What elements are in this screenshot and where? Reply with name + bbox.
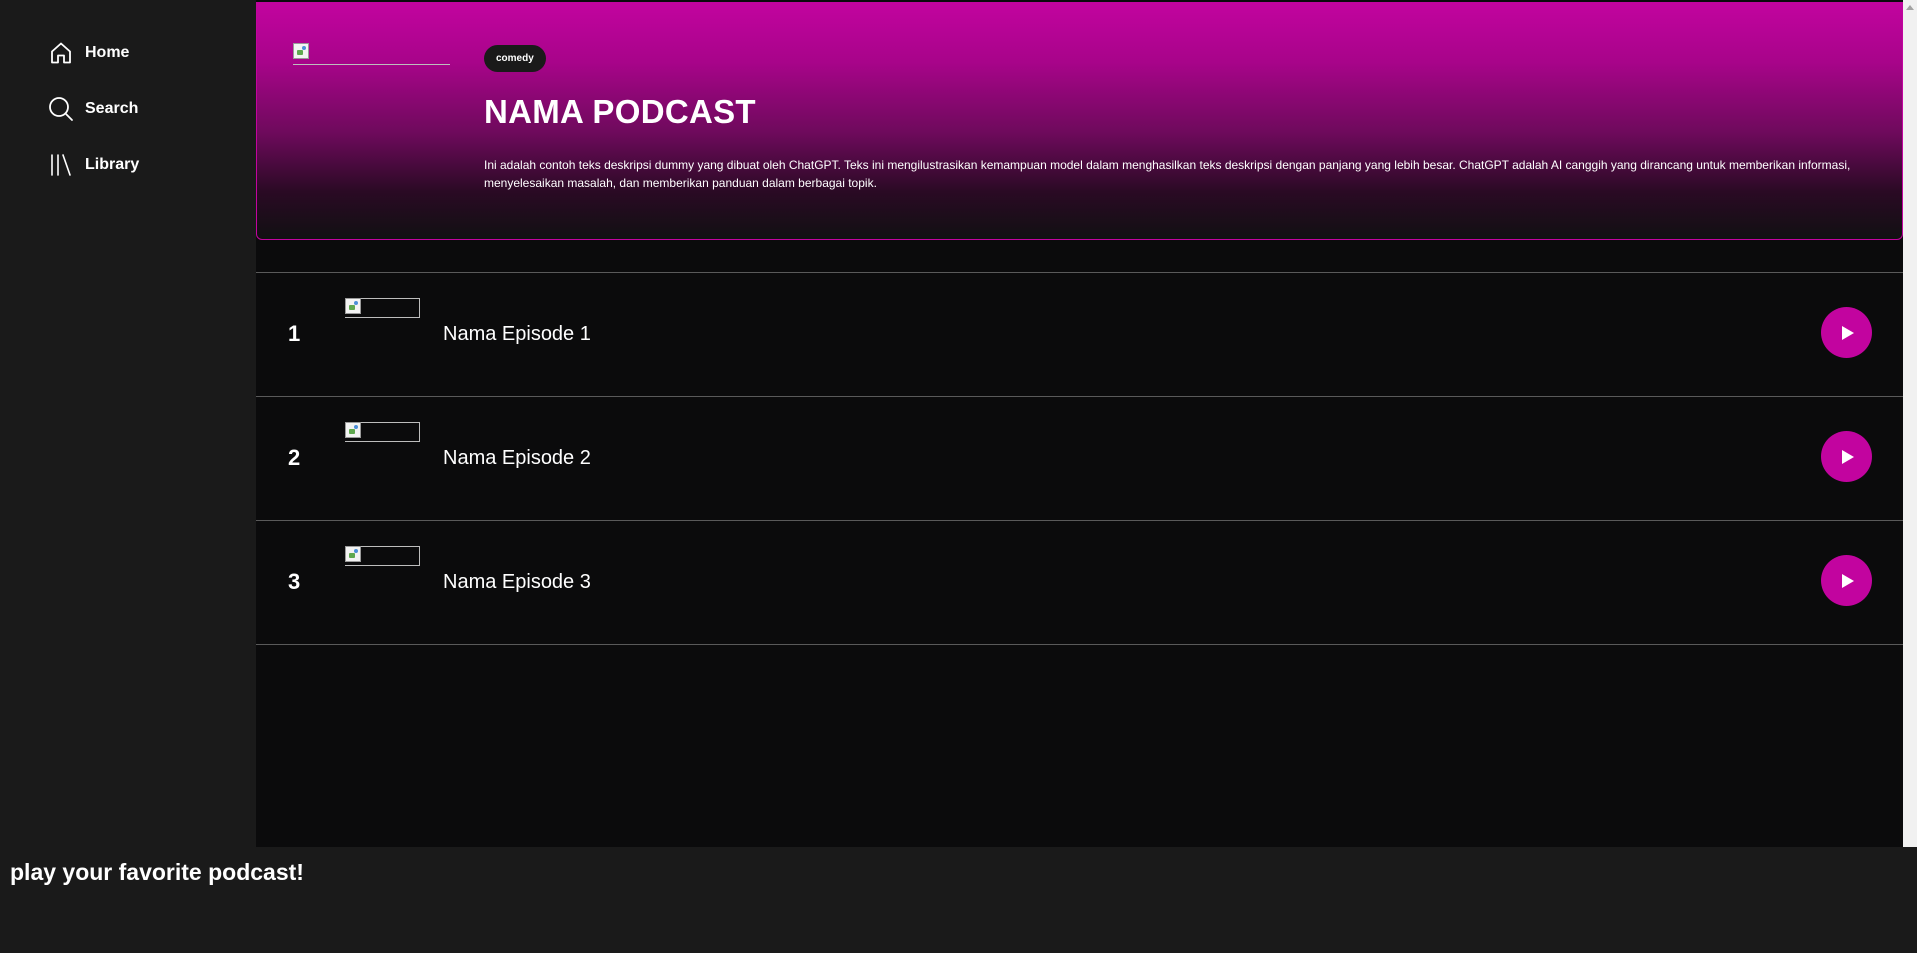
sidebar-item-search[interactable]: Search — [47, 95, 138, 123]
episode-number: 2 — [288, 445, 301, 470]
episode-number: 1 — [288, 321, 301, 346]
app-root: Home Search Library comedy NAMA PODCAST … — [0, 0, 1917, 953]
play-icon — [1841, 449, 1854, 464]
podcast-cover-image — [293, 43, 450, 65]
search-icon — [47, 95, 75, 123]
player-footer: play your favorite podcast! — [0, 847, 1917, 953]
sidebar-item-label: Library — [85, 156, 140, 173]
sidebar-item-home[interactable]: Home — [47, 39, 129, 67]
play-button[interactable] — [1821, 431, 1872, 482]
category-badge: comedy — [484, 45, 546, 72]
podcast-header: comedy NAMA PODCAST Ini adalah contoh te… — [256, 2, 1903, 240]
home-icon — [47, 39, 75, 67]
play-icon — [1841, 573, 1854, 588]
play-button[interactable] — [1821, 307, 1872, 358]
episode-thumbnail — [345, 546, 420, 566]
sidebar-item-library[interactable]: Library — [47, 151, 139, 179]
episode-number: 3 — [288, 569, 301, 594]
library-icon — [47, 151, 75, 179]
episode-row: 1 Nama Episode 1 — [256, 273, 1903, 397]
footer-text: play your favorite podcast! — [10, 859, 304, 885]
episode-title: Nama Episode 1 — [443, 323, 591, 345]
episode-title: Nama Episode 2 — [443, 447, 591, 469]
podcast-title: NAMA PODCAST — [484, 93, 756, 130]
broken-image-icon — [293, 43, 309, 59]
broken-image-icon — [345, 422, 361, 438]
episode-thumbnail — [345, 422, 420, 442]
play-icon — [1841, 325, 1854, 340]
episode-row: 2 Nama Episode 2 — [256, 397, 1903, 521]
episode-row: 3 Nama Episode 3 — [256, 521, 1903, 645]
sidebar-item-label: Search — [85, 100, 139, 117]
vertical-scrollbar[interactable] — [1903, 0, 1917, 847]
episode-thumbnail — [345, 298, 420, 318]
podcast-description: Ini adalah contoh teks deskripsi dummy y… — [484, 158, 1851, 190]
play-button[interactable] — [1821, 555, 1872, 606]
broken-image-icon — [345, 298, 361, 314]
broken-image-icon — [345, 546, 361, 562]
sidebar: Home Search Library — [0, 0, 256, 847]
episode-title: Nama Episode 3 — [443, 571, 591, 593]
main-content: comedy NAMA PODCAST Ini adalah contoh te… — [256, 0, 1903, 847]
scroll-up-arrow-icon[interactable] — [1906, 5, 1914, 10]
sidebar-item-label: Home — [85, 44, 130, 61]
episode-list: 1 Nama Episode 1 2 Nama Episode 2 3 Nama… — [256, 272, 1903, 645]
